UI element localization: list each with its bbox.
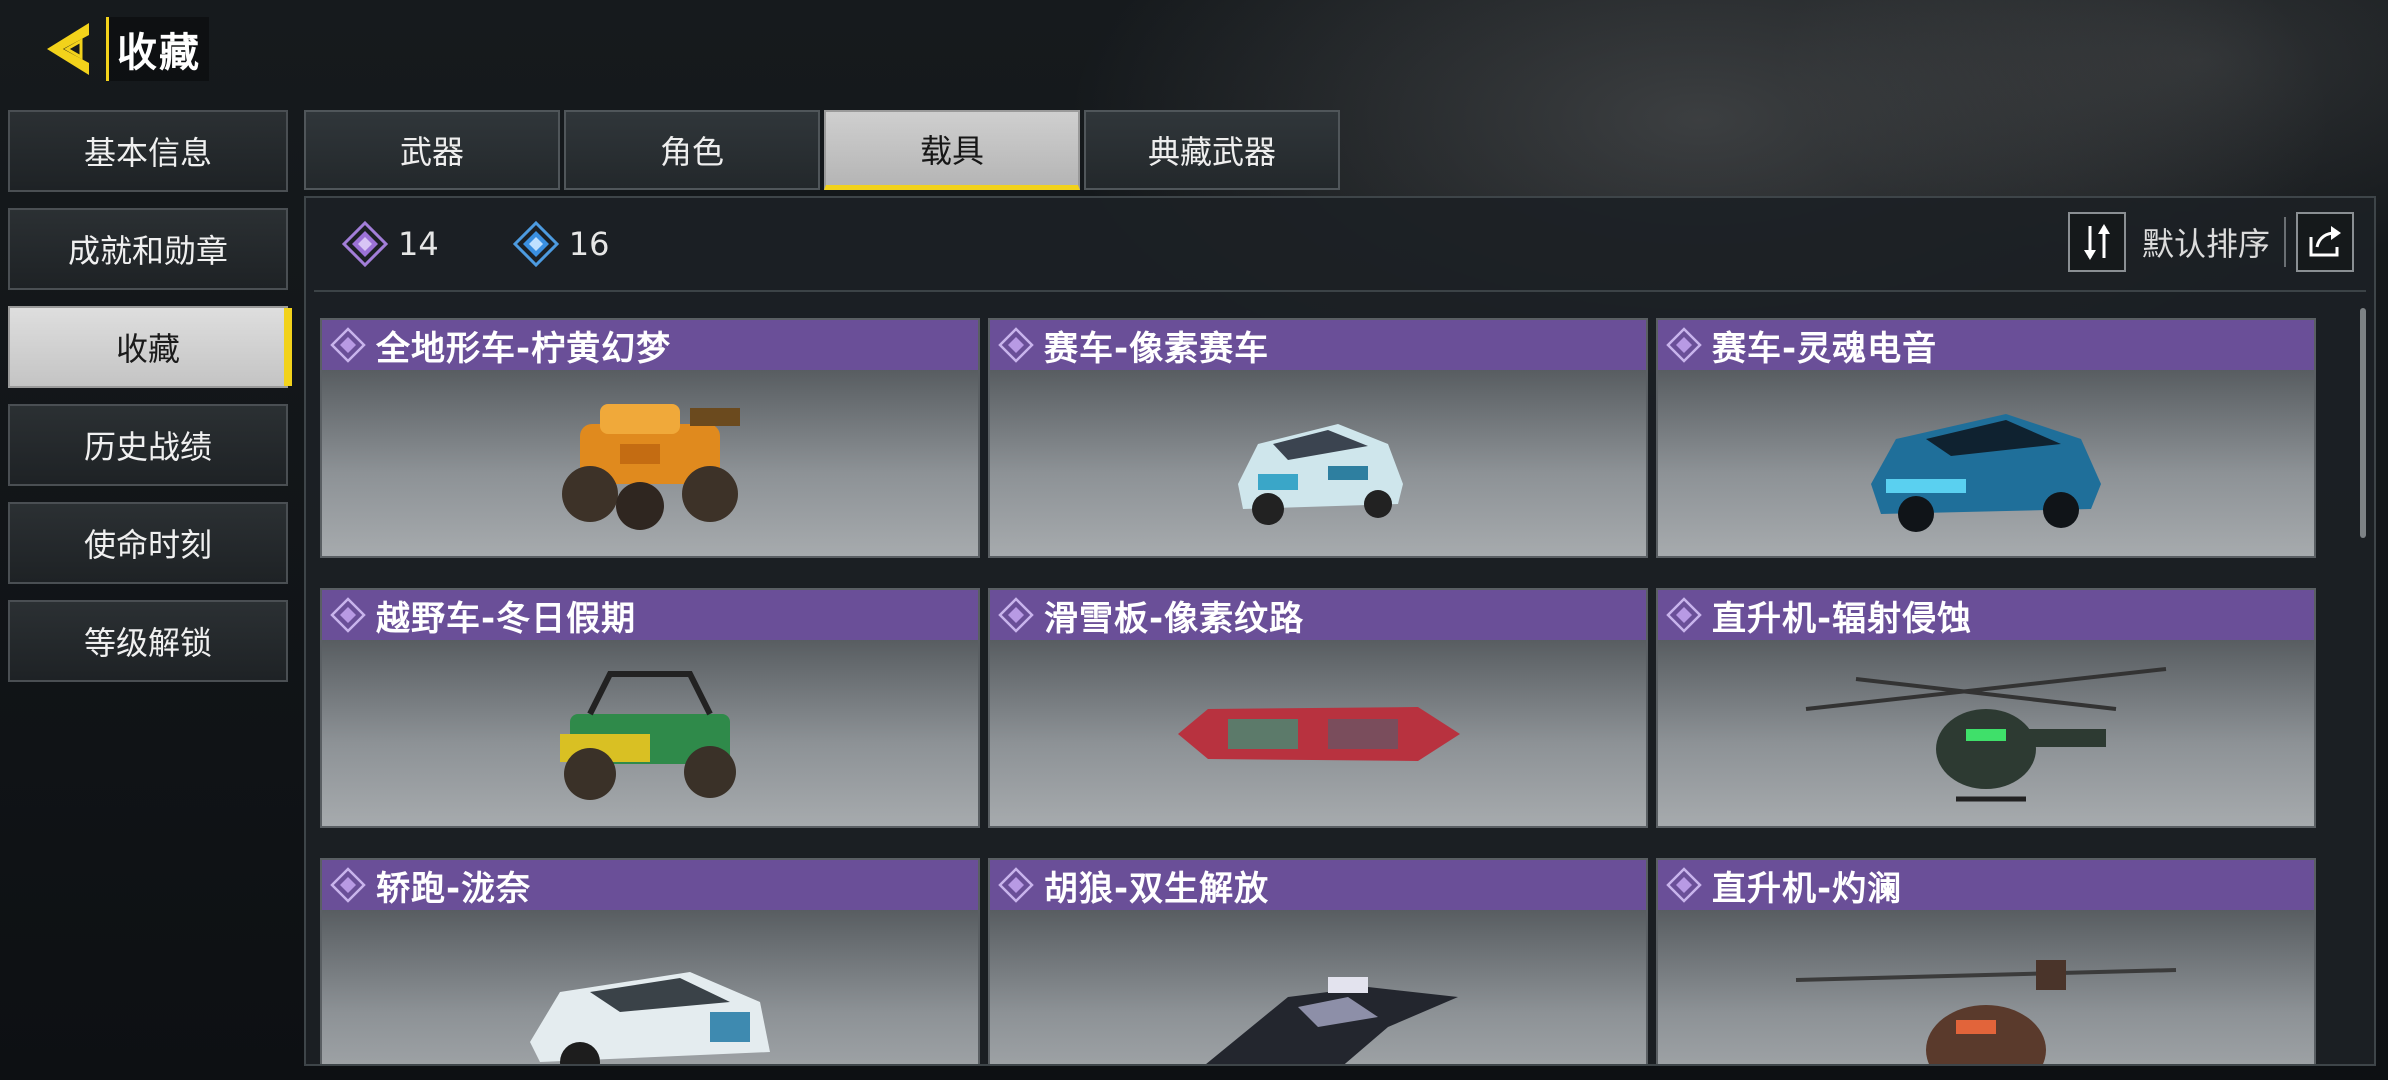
tab-legendary-weapons[interactable]: 典藏武器 [1084, 110, 1340, 190]
vehicle-card[interactable]: 轿跑-泷奈 [320, 858, 980, 1064]
card-header: 直升机-辐射侵蚀 [1658, 590, 2314, 640]
page-title-text: 收藏 [117, 30, 201, 76]
sidebar-item-label: 等级解锁 [83, 624, 212, 662]
purple-count: 14 [398, 225, 439, 263]
tab-label: 载具 [919, 131, 984, 170]
purple-rarity-icon [998, 597, 1034, 633]
blue-count: 16 [568, 225, 610, 263]
card-header: 越野车-冬日假期 [322, 590, 978, 640]
purple-rarity-icon [1666, 597, 1702, 633]
purple-rarity-icon [998, 327, 1034, 363]
sidebar-item-label: 基本信息 [83, 134, 212, 172]
sidebar-item-level-unlock[interactable]: 等级解锁 [8, 600, 288, 682]
vehicle-name: 越野车-冬日假期 [376, 598, 637, 639]
vehicle-image [990, 370, 1646, 556]
snowboard-icon [1178, 707, 1460, 761]
tab-label: 典藏武器 [1147, 133, 1276, 171]
vehicle-card[interactable]: 赛车-灵魂电音 [1656, 318, 2316, 558]
buggy-icon [560, 671, 736, 800]
vehicle-card[interactable]: 全地形车-柠黄幻梦 [320, 318, 980, 558]
vehicle-card[interactable]: 直升机-灼澜 [1656, 858, 2316, 1064]
card-header: 轿跑-泷奈 [322, 860, 978, 910]
jet-icon [1205, 976, 1458, 1064]
card-header: 胡狼-双生解放 [990, 860, 1646, 910]
sort-toggle-button[interactable] [2067, 212, 2126, 272]
blue-rarity-stat: 16 [512, 221, 610, 267]
vehicle-card[interactable]: 胡狼-双生解放 [988, 858, 1648, 1064]
atv-icon [562, 404, 740, 530]
sort-controls: 默认排序 [2067, 210, 2354, 274]
vehicle-name: 赛车-灵魂电音 [1712, 328, 1938, 369]
purple-rarity-icon [330, 327, 366, 363]
vehicle-card[interactable]: 赛车-像素赛车 [988, 318, 1648, 558]
purple-diamond-icon [342, 221, 388, 267]
vehicle-image [990, 640, 1646, 826]
share-button[interactable] [2296, 212, 2354, 272]
vehicle-image [322, 370, 978, 556]
tab-weapons[interactable]: 武器 [304, 110, 560, 190]
collection-panel: 14 16 默认排序 全地形车-柠黄幻梦 赛车-像素赛车 赛车-灵魂电音 越野车… [304, 196, 2376, 1066]
rarity-stats: 14 16 [342, 218, 683, 270]
sidebar-item-achievements[interactable]: 成就和勋章 [8, 208, 288, 290]
vehicle-card[interactable]: 滑雪板-像素纹路 [988, 588, 1648, 828]
vehicle-image [990, 910, 1646, 1064]
tab-vehicles[interactable]: 载具 [824, 110, 1080, 190]
sidebar-item-label: 收藏 [115, 330, 180, 368]
sidebar-item-label: 使命时刻 [83, 526, 212, 564]
race-car-icon [1871, 414, 2101, 532]
sort-arrows-icon [2083, 224, 2110, 260]
vehicle-image [1658, 640, 2314, 826]
sidebar-nav: 基本信息 成就和勋章 收藏 历史战绩 使命时刻 等级解锁 [8, 110, 292, 698]
vehicle-image [1658, 370, 2314, 556]
vehicle-name: 滑雪板-像素纹路 [1044, 598, 1305, 639]
share-icon [2309, 226, 2341, 257]
tab-label: 武器 [399, 133, 464, 171]
vehicle-name: 直升机-灼澜 [1712, 868, 1903, 909]
purple-rarity-icon [1666, 867, 1702, 903]
blue-diamond-icon [512, 221, 559, 267]
tab-characters[interactable]: 角色 [564, 110, 820, 190]
vehicle-image [1658, 910, 2314, 1064]
vehicle-card[interactable]: 越野车-冬日假期 [320, 588, 980, 828]
race-car-icon [1238, 424, 1403, 525]
vehicle-card[interactable]: 直升机-辐射侵蚀 [1656, 588, 2316, 828]
purple-rarity-stat: 14 [342, 221, 439, 267]
purple-rarity-icon [1666, 327, 1702, 363]
card-header: 赛车-像素赛车 [990, 320, 1646, 370]
category-tabs: 武器 角色 载具 典藏武器 [304, 110, 1344, 190]
sidebar-item-collection[interactable]: 收藏 [8, 306, 292, 388]
vehicle-name: 全地形车-柠黄幻梦 [376, 328, 672, 369]
sidebar-item-label: 历史战绩 [83, 428, 212, 466]
helicopter-icon [1795, 960, 2177, 1064]
purple-rarity-icon [330, 867, 366, 903]
sidebar-item-mission-moments[interactable]: 使命时刻 [8, 502, 288, 584]
coupe-icon [530, 971, 770, 1064]
back-button[interactable] [38, 16, 100, 82]
vehicle-name: 胡狼-双生解放 [1044, 868, 1270, 909]
page-title: 收藏 [106, 17, 209, 81]
purple-rarity-icon [998, 867, 1034, 903]
card-header: 赛车-灵魂电音 [1658, 320, 2314, 370]
sidebar-item-history[interactable]: 历史战绩 [8, 404, 288, 486]
panel-divider [314, 290, 2366, 292]
header: 收藏 [38, 14, 209, 84]
card-header: 全地形车-柠黄幻梦 [322, 320, 978, 370]
card-header: 直升机-灼澜 [1658, 860, 2314, 910]
vehicle-name: 轿跑-泷奈 [376, 868, 532, 909]
card-header: 滑雪板-像素纹路 [990, 590, 1646, 640]
back-arrow-icon [47, 23, 89, 75]
helicopter-icon [1805, 667, 2167, 802]
scrollbar[interactable] [2360, 308, 2366, 538]
sidebar-item-basic-info[interactable]: 基本信息 [8, 110, 288, 192]
vehicle-name: 赛车-像素赛车 [1044, 328, 1270, 369]
divider [2284, 217, 2286, 267]
vehicle-image [322, 640, 978, 826]
sort-label[interactable]: 默认排序 [2142, 219, 2270, 265]
tab-label: 角色 [659, 133, 724, 171]
sidebar-item-label: 成就和勋章 [67, 232, 228, 270]
vehicle-name: 直升机-辐射侵蚀 [1712, 598, 1973, 639]
vehicle-image [322, 910, 978, 1064]
purple-rarity-icon [330, 597, 366, 633]
